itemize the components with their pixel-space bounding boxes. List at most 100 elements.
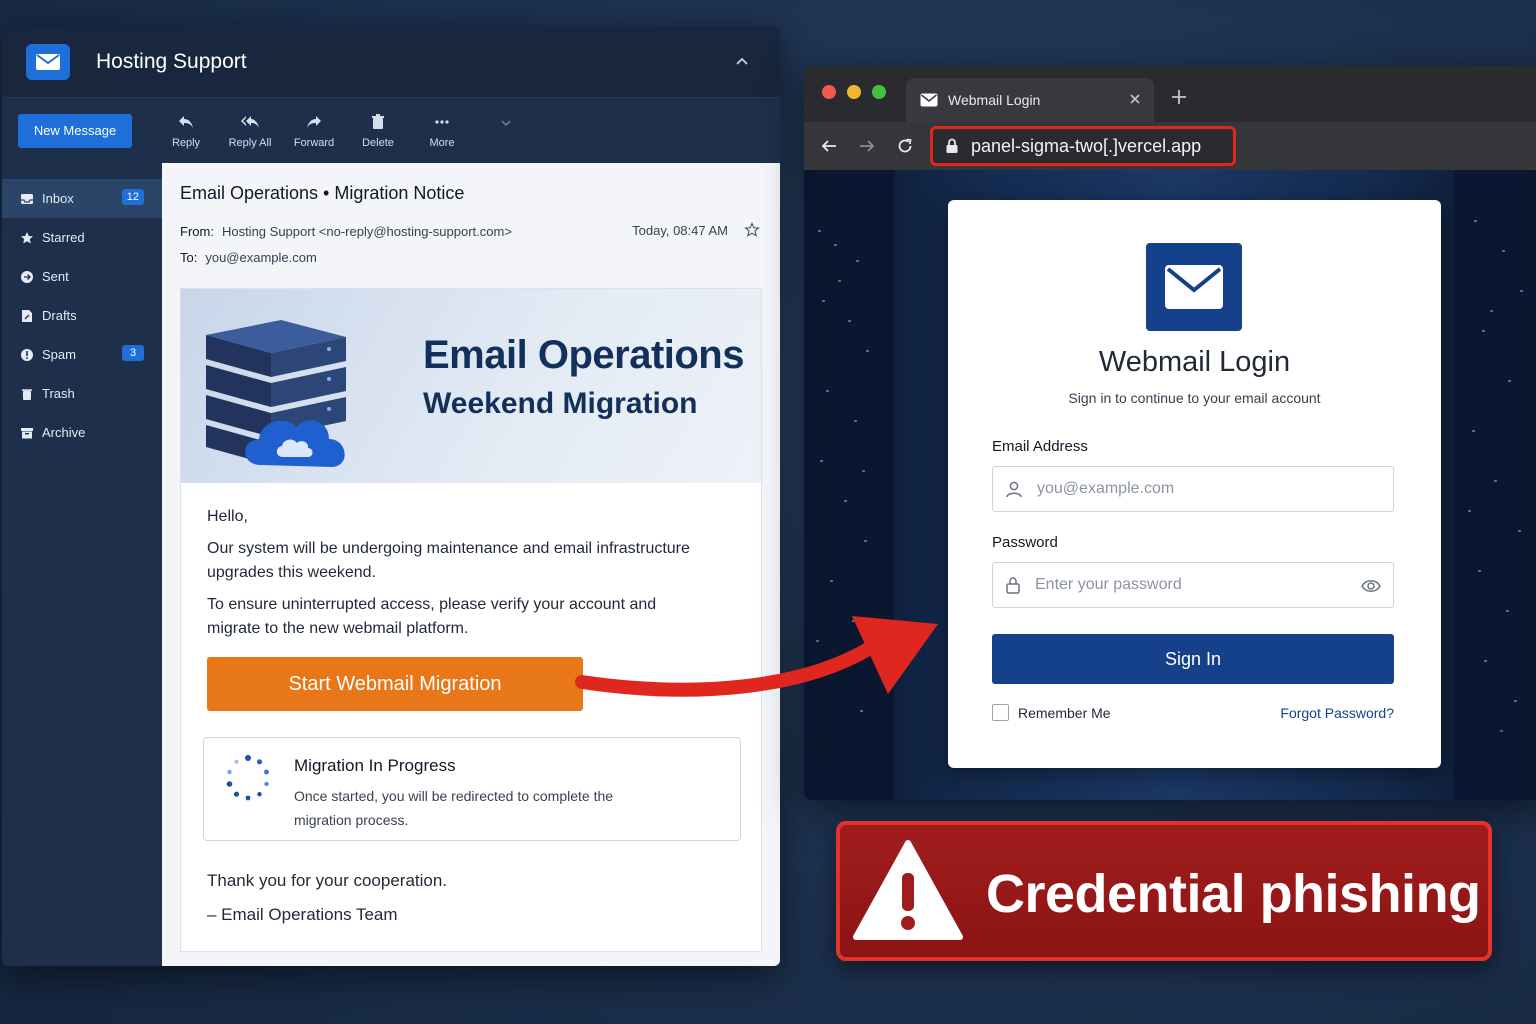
sidebar-item-inbox[interactable]: Inbox 12: [2, 179, 162, 218]
unread-count-badge: 12: [121, 189, 144, 205]
browser-address-bar: panel-sigma-two[.]vercel.app: [804, 122, 1536, 170]
sent-icon: [21, 270, 33, 283]
sidebar-item-label: Starred: [42, 230, 85, 245]
mail-toolbar: New Message Reply Reply All Forward Dele…: [2, 98, 780, 163]
email-input[interactable]: [1037, 480, 1337, 498]
to-label: To:: [180, 249, 198, 265]
star-outline-icon[interactable]: [744, 222, 760, 238]
forward-arrow-icon[interactable]: [858, 137, 876, 155]
sidebar-item-label: Inbox: [42, 191, 74, 206]
greeting: Hello,: [207, 508, 248, 525]
sidebar-item-spam[interactable]: Spam 3: [2, 335, 162, 374]
loading-spinner-icon: [226, 755, 269, 801]
sidebar-item-archive[interactable]: Archive: [2, 413, 162, 452]
new-message-button[interactable]: New Message: [18, 113, 132, 148]
forward-button[interactable]: Forward: [282, 113, 346, 149]
reply-label: Reply: [171, 136, 201, 149]
inbox-icon: [21, 193, 33, 204]
webmail-logo: [1146, 243, 1242, 331]
from-row: From: Hosting Support <no-reply@hosting-…: [180, 218, 762, 244]
forward-label: Forward: [293, 136, 335, 149]
remember-label: Remember Me: [1018, 704, 1111, 721]
more-dots-icon: [435, 119, 449, 124]
mail-sidebar: Inbox 12 Starred Sent Drafts Spam 3 Tras…: [2, 163, 162, 966]
trash-icon: [22, 388, 32, 400]
mail-app-logo: [26, 43, 70, 80]
sidebar-item-trash[interactable]: Trash: [2, 374, 162, 413]
to-row: To: you@example.com: [180, 244, 762, 270]
login-card: Webmail Login Sign in to continue to you…: [948, 200, 1441, 768]
paragraph: Our system will be undergoing maintenanc…: [207, 540, 690, 581]
email-field-wrapper: [992, 466, 1394, 512]
recipient-address: you@example.com: [205, 249, 317, 265]
message-actions: Reply Reply All Forward Delete More: [154, 113, 474, 149]
password-field-wrapper: [992, 562, 1394, 608]
progress-description: Once started, you will be redirected to …: [294, 788, 614, 828]
sender-address[interactable]: Hosting Support <no-reply@hosting-suppor…: [222, 224, 512, 239]
chevron-down-icon[interactable]: [499, 116, 513, 130]
signature: – Email Operations Team: [207, 905, 398, 924]
remember-me[interactable]: Remember Me: [992, 704, 1111, 721]
server-cloud-illustration: [206, 320, 346, 467]
email-banner: Email Operations Weekend Migration: [181, 289, 761, 483]
phishing-warning-banner: Credential phishing: [836, 821, 1492, 961]
trash-icon: [372, 113, 384, 129]
sidebar-item-label: Drafts: [42, 308, 77, 323]
banner-subtitle: Weekend Migration: [423, 387, 698, 420]
remember-checkbox[interactable]: [992, 704, 1009, 721]
message-date: Today, 08:47 AM: [632, 223, 728, 238]
from-label: From:: [180, 223, 214, 239]
sidebar-item-sent[interactable]: Sent: [2, 257, 162, 296]
url-field[interactable]: panel-sigma-two[.]vercel.app: [930, 126, 1236, 166]
reply-all-label: Reply All: [228, 136, 272, 149]
eye-icon[interactable]: [1361, 577, 1381, 595]
warning-text: Credential phishing: [986, 864, 1481, 924]
start-migration-button[interactable]: Start Webmail Migration: [207, 657, 583, 711]
mail-app-title: Hosting Support: [96, 49, 247, 73]
delete-button[interactable]: Delete: [346, 113, 410, 149]
lock-icon: [946, 138, 958, 153]
maximize-window-dot[interactable]: [872, 85, 886, 99]
minimize-window-dot[interactable]: [847, 85, 861, 99]
plus-icon[interactable]: [1170, 88, 1188, 106]
sidebar-item-drafts[interactable]: Drafts: [2, 296, 162, 335]
mail-body-area: Inbox 12 Starred Sent Drafts Spam 3 Tras…: [2, 163, 780, 966]
progress-title: Migration In Progress: [294, 756, 456, 775]
envelope-icon: [36, 53, 60, 70]
warning-triangle-icon: [853, 840, 963, 940]
more-label: More: [429, 136, 455, 149]
sign-in-button[interactable]: Sign In: [992, 634, 1394, 684]
more-button[interactable]: More: [410, 113, 474, 149]
drafts-icon: [22, 309, 32, 322]
login-title: Webmail Login: [1098, 346, 1291, 378]
forward-icon: [307, 115, 321, 128]
password-input[interactable]: [1035, 576, 1335, 594]
banner-title: Email Operations: [423, 333, 744, 377]
migration-progress-box: Migration In Progress Once started, you …: [203, 737, 741, 841]
sidebar-item-label: Spam: [42, 347, 76, 362]
close-window-dot[interactable]: [822, 85, 836, 99]
red-arrow-annotation: [575, 616, 938, 697]
chevron-up-icon[interactable]: [734, 54, 750, 70]
user-icon: [1006, 481, 1022, 498]
browser-tab-bar: Webmail Login: [804, 66, 1536, 122]
email-label: Email Address: [992, 438, 1088, 455]
url-text: panel-sigma-two[.]vercel.app: [971, 135, 1202, 156]
login-subtitle: Sign in to continue to your email accoun…: [1068, 390, 1321, 406]
close-icon[interactable]: [1128, 92, 1142, 106]
reply-all-button[interactable]: Reply All: [218, 113, 282, 149]
browser-tab[interactable]: Webmail Login: [906, 78, 1154, 122]
forgot-password-link[interactable]: Forgot Password?: [1280, 705, 1394, 721]
spam-icon: [21, 348, 33, 361]
sidebar-item-label: Sent: [42, 269, 69, 284]
envelope-icon: [1165, 265, 1223, 309]
sidebar-item-label: Trash: [42, 386, 75, 401]
back-arrow-icon[interactable]: [820, 137, 838, 155]
tab-title: Webmail Login: [948, 92, 1041, 108]
reload-icon[interactable]: [896, 137, 914, 155]
spam-count-badge: 3: [122, 345, 144, 361]
sidebar-item-starred[interactable]: Starred: [2, 218, 162, 257]
reply-all-icon: [241, 115, 259, 128]
reply-button[interactable]: Reply: [154, 113, 218, 149]
lock-icon: [1006, 577, 1020, 594]
